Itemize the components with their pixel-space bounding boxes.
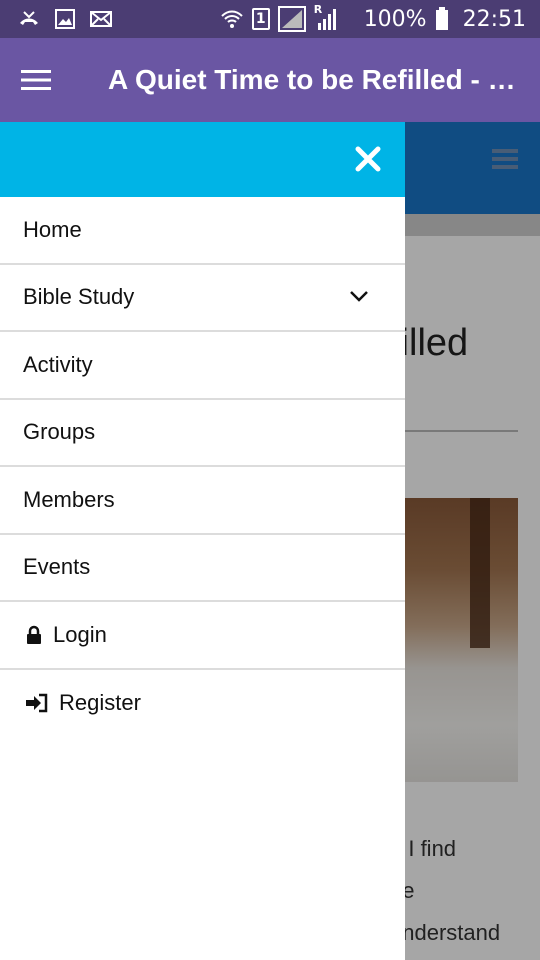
drawer-header	[0, 122, 405, 197]
sim-icon: 1	[251, 8, 270, 30]
menu-item-bible-study[interactable]: Bible Study	[0, 265, 405, 332]
signal-icon: R	[314, 3, 338, 31]
chevron-down-icon[interactable]	[349, 289, 369, 303]
hamburger-icon[interactable]	[0, 38, 72, 122]
menu-item-label: Activity	[23, 351, 93, 377]
menu-item-home[interactable]: Home	[0, 197, 405, 265]
menu-item-label: Home	[23, 216, 82, 242]
battery-percent: 100%	[363, 6, 427, 32]
sign-in-icon	[23, 693, 51, 713]
app-bar: A Quiet Time to be Refilled - Bible Stud…	[0, 38, 540, 122]
menu-item-label: Events	[23, 554, 91, 580]
image-icon	[55, 9, 75, 29]
menu-item-label: Groups	[23, 419, 96, 445]
menu-item-label: Bible Study	[23, 284, 135, 310]
mail-icon	[90, 11, 112, 27]
menu-item-events[interactable]: Events	[0, 535, 405, 602]
missed-call-icon	[20, 11, 38, 25]
menu-item-label: Login	[53, 621, 107, 647]
menu-item-groups[interactable]: Groups	[0, 400, 405, 467]
close-icon[interactable]	[353, 144, 383, 174]
menu-item-members[interactable]: Members	[0, 467, 405, 535]
battery-icon	[435, 7, 448, 30]
menu-item-activity[interactable]: Activity	[0, 332, 405, 400]
menu-item-login[interactable]: Login	[0, 602, 405, 670]
status-bar: 1 R 100% 22:51	[0, 0, 540, 38]
page-title: A Quiet Time to be Refilled - Bible Stud…	[108, 64, 528, 95]
menu-item-label: Register	[59, 690, 141, 716]
clock: 22:51	[462, 6, 526, 32]
navigation-drawer: Home Bible Study Activity Groups Members…	[0, 122, 405, 960]
no-signal-icon	[277, 6, 306, 32]
wifi-icon	[220, 10, 243, 28]
menu-item-register[interactable]: Register	[0, 670, 405, 738]
lock-icon	[23, 625, 45, 645]
roaming-indicator: R	[313, 3, 323, 16]
menu-item-label: Members	[23, 486, 115, 512]
